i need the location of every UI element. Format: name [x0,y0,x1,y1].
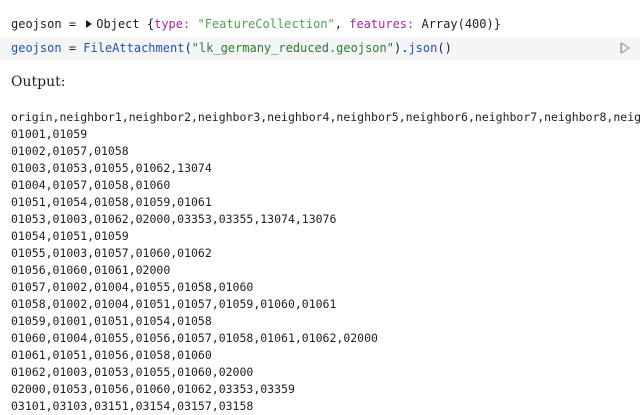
output-line: 01061,01051,01056,01058,01060 [11,348,212,362]
output-line: 01060,01004,01055,01056,01057,01058,0106… [11,331,378,345]
output-line: 01001,01059 [11,127,88,141]
expand-caret-icon[interactable] [86,20,93,28]
cell-equals: = [68,41,77,55]
code-cell[interactable]: geojson = FileAttachment("lk_germany_red… [0,37,640,60]
output-line: 01051,01054,01058,01059,01061 [11,195,212,209]
output-line: 03101,03103,03151,03154,03157,03158 [11,399,254,413]
output-line: 01053,01003,01062,02000,03353,03355,1307… [11,212,337,226]
cell-call-parens: () [437,41,452,55]
output-line: 01002,01057,01058 [11,144,129,158]
inspector-type-key: type: [154,17,191,31]
inspector-type-value: "FeatureCollection" [197,17,335,31]
output-line: 01003,01053,01055,01062,13074 [11,161,212,175]
inspector-comma: , [334,17,342,31]
inspector-features-value[interactable]: Array(400) [421,17,493,31]
inspector-object-label[interactable]: Object [96,17,139,31]
output-heading: Output: [11,74,66,90]
output-line: 01056,01060,01061,02000 [11,263,171,277]
output-line: 02000,01053,01056,01060,01062,03353,0335… [11,382,295,396]
inspector-equals: = [68,17,77,31]
cell-variable-name: geojson [11,41,62,55]
run-cell-icon[interactable] [620,42,630,54]
output-line: 01055,01003,01057,01060,01062 [11,246,212,260]
output-line: origin,neighbor1,neighbor2,neighbor3,nei… [11,110,640,124]
cell-file-name: "lk_germany_reduced.geojson" [191,41,394,55]
code-cell-source[interactable]: geojson = FileAttachment("lk_germany_red… [11,40,452,57]
output-line: 01057,01002,01004,01055,01058,01060 [11,280,254,294]
cell-function-name: FileAttachment [83,41,185,55]
output-line: 01058,01002,01004,01051,01057,01059,0106… [11,297,337,311]
cell-open-paren: ( [184,41,192,55]
inspector-variable-name: geojson [11,17,62,31]
output-line: 01062,01003,01053,01055,01060,02000 [11,365,254,379]
inspector-close-brace: } [493,17,501,31]
geojson-inspector: geojson = Object {type: "FeatureCollecti… [11,16,501,33]
output-csv-text: origin,neighbor1,neighbor2,neighbor3,nei… [11,109,640,415]
output-line: 01054,01051,01059 [11,229,129,243]
output-line: 01059,01001,01051,01054,01058 [11,314,212,328]
cell-method-name: json [408,41,438,55]
inspector-features-key: features: [349,17,415,31]
output-line: 01004,01057,01058,01060 [11,178,171,192]
